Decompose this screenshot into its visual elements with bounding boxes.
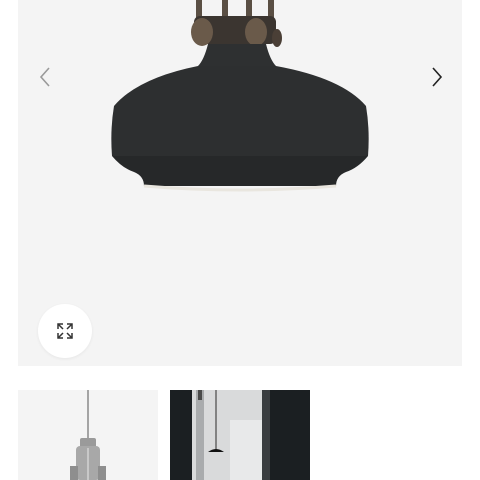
thumbnail-lamp-interior[interactable] [170,390,310,480]
next-image-button[interactable] [422,62,452,92]
thumbnail-lamp-product[interactable] [18,390,158,480]
expand-arrows-icon [57,323,73,339]
thumbnail-strip [18,390,462,480]
previous-image-button[interactable] [30,62,60,92]
product-main-image [18,0,462,366]
chevron-left-icon [39,67,50,87]
chevron-right-icon [432,67,443,87]
interior-thumbnail-image [170,390,310,480]
lamp-thumbnail-image [70,390,106,480]
fullscreen-button[interactable] [38,304,92,358]
pendant-lamp-image [111,0,369,192]
